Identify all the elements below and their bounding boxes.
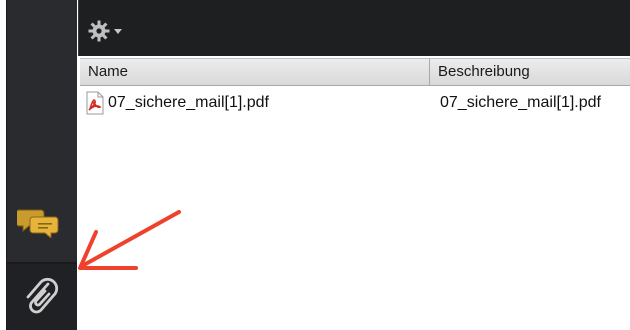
file-name[interactable]: 07_sichere_mail[1].pdf xyxy=(108,90,269,116)
left-sidebar xyxy=(6,0,77,330)
chevron-down-icon xyxy=(114,28,122,34)
table-header: Name Beschreibung xyxy=(80,58,630,86)
toolbar xyxy=(78,0,630,56)
red-arrow-annotation xyxy=(78,210,181,270)
gear-icon xyxy=(88,20,110,42)
file-description: 07_sichere_mail[1].pdf xyxy=(440,94,601,111)
column-header-name[interactable]: Name xyxy=(80,59,430,85)
file-panel: Name Beschreibung 07_sichere_mail[1].pdf… xyxy=(78,0,630,330)
app-window: Name Beschreibung 07_sichere_mail[1].pdf… xyxy=(0,0,630,330)
pdf-icon xyxy=(86,91,104,115)
column-header-description[interactable]: Beschreibung xyxy=(430,59,630,85)
chat-bubbles-icon[interactable] xyxy=(17,206,61,238)
table-row[interactable]: 07_sichere_mail[1].pdf 07_sichere_mail[1… xyxy=(80,90,630,116)
paperclip-icon[interactable] xyxy=(21,276,61,320)
settings-menu-button[interactable] xyxy=(87,18,131,44)
